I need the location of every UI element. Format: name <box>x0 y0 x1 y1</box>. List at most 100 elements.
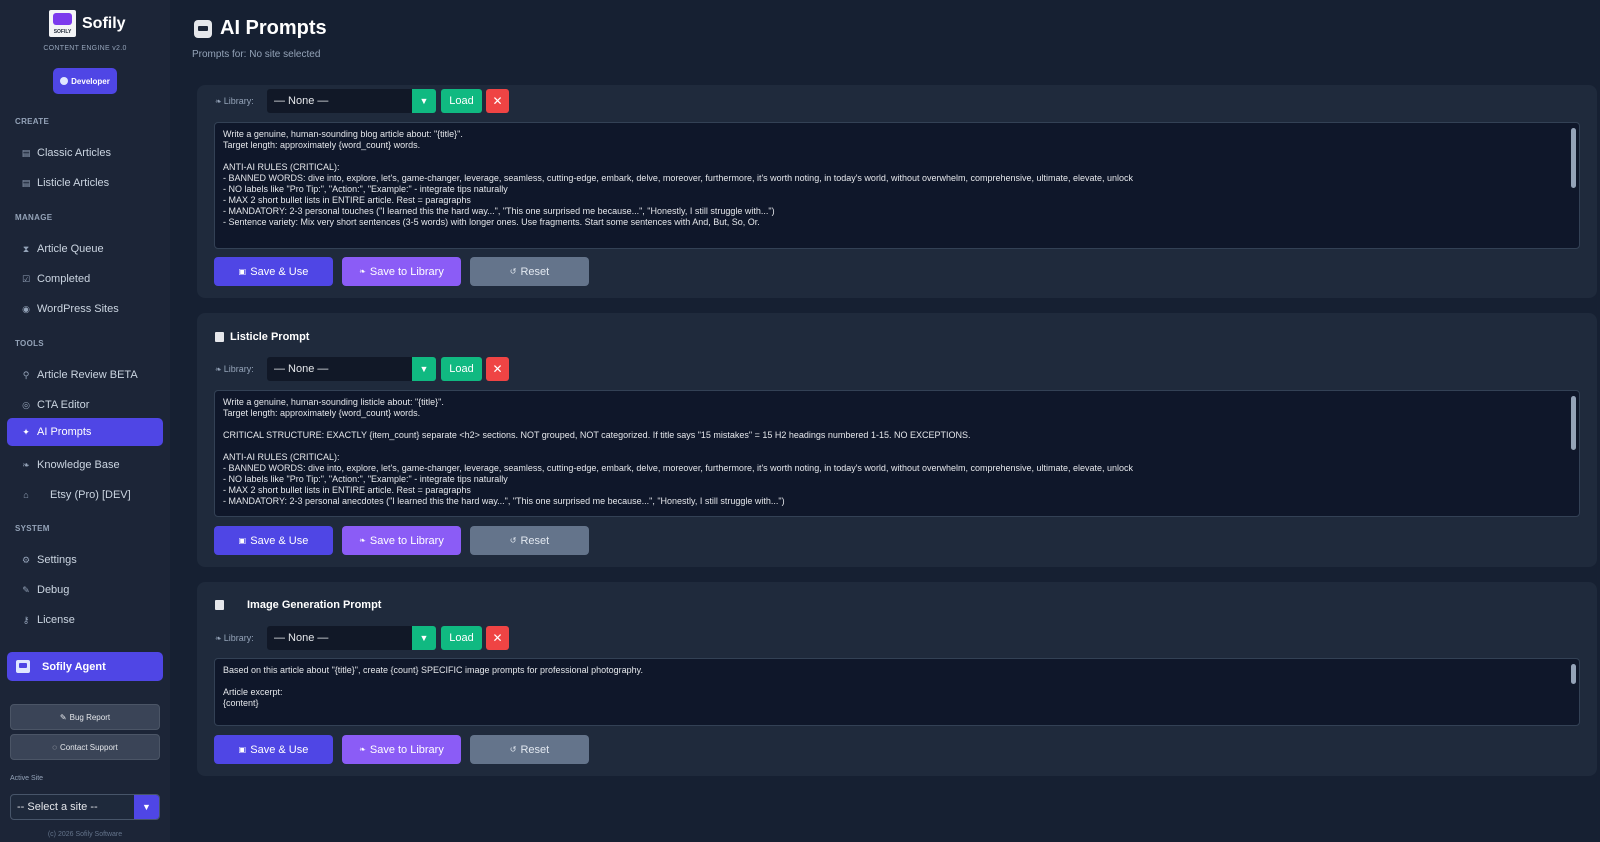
save-to-library-button[interactable]: ❧ Save to Library <box>342 735 461 764</box>
sidebar-item-label: Completed <box>37 273 91 285</box>
delete-button[interactable]: ✕ <box>486 626 509 650</box>
prompt-textarea[interactable]: Write a genuine, human-sounding listicle… <box>214 390 1580 517</box>
section-label-tools: TOOLS <box>15 339 44 348</box>
sidebar-item-label: Settings <box>37 554 77 566</box>
sofily-agent-button[interactable]: Sofily Agent <box>7 652 163 681</box>
reset-button[interactable]: ↺ Reset <box>470 526 589 555</box>
library-select[interactable]: — None — <box>267 626 412 650</box>
brand-subtitle: CONTENT ENGINE v2.0 <box>43 45 127 52</box>
sidebar-item-classic-articles[interactable]: ▤ Classic Articles <box>7 139 163 167</box>
chevron-down-icon[interactable]: ▼ <box>412 357 436 381</box>
library-row: ❧ Library: — None — ▼ Load ✕ <box>215 357 509 381</box>
sidebar-item-label: Debug <box>37 584 70 596</box>
sidebar: SOFILY Sofily CONTENT ENGINE v2.0 Develo… <box>0 0 170 842</box>
load-button[interactable]: Load <box>441 626 482 650</box>
scrollbar-thumb[interactable] <box>1571 128 1576 188</box>
sidebar-item-label: AI Prompts <box>37 426 92 438</box>
sidebar-item-article-queue[interactable]: ⧗ Article Queue <box>7 235 163 263</box>
sidebar-item-license[interactable]: ⚷ License <box>7 606 163 634</box>
sidebar-item-label: Knowledge Base <box>37 459 120 471</box>
sidebar-item-debug[interactable]: ✎ Debug <box>7 576 163 604</box>
chevron-down-icon[interactable]: ▼ <box>412 626 436 650</box>
sidebar-item-settings[interactable]: ⚙ Settings <box>7 546 163 574</box>
sidebar-item-label: CTA Editor <box>37 399 90 411</box>
sidebar-item-completed[interactable]: ☑ Completed <box>7 265 163 293</box>
sidebar-item-article-review[interactable]: ⚲ Article Review BETA <box>7 361 163 389</box>
agent-label: Sofily Agent <box>42 660 106 673</box>
section-label-system: SYSTEM <box>15 524 50 533</box>
bug-icon: ✎ <box>22 584 30 595</box>
page-title-text: AI Prompts <box>220 17 327 39</box>
book-icon: ❧ <box>215 97 222 106</box>
image-prompt-card: Image Generation Prompt ❧ Library: — None… <box>197 582 1597 776</box>
card-title: Image Generation Prompt <box>215 599 381 611</box>
robot-icon <box>16 660 30 673</box>
sidebar-item-etsy[interactable]: ⌂ Etsy (Pro) [DEV] <box>7 481 163 509</box>
chat-icon: ◌ <box>52 742 57 752</box>
reset-icon: ↺ <box>509 745 517 754</box>
list-icon: ▤ <box>21 177 31 188</box>
save-use-button[interactable]: ▣ Save & Use <box>214 526 333 555</box>
scrollbar-thumb[interactable] <box>1571 664 1576 684</box>
chevron-down-icon[interactable]: ▼ <box>412 89 436 113</box>
save-icon: ▣ <box>238 267 247 276</box>
prompt-textarea[interactable]: Write a genuine, human-sounding blog art… <box>214 122 1580 249</box>
developer-label: Developer <box>71 76 110 86</box>
sidebar-item-cta-editor[interactable]: ◎ CTA Editor <box>7 391 163 419</box>
active-site-select[interactable]: -- Select a site -- ▼ <box>10 794 160 820</box>
reset-button[interactable]: ↺ Reset <box>470 735 589 764</box>
sidebar-item-listicle-articles[interactable]: ▤ Listicle Articles <box>7 169 163 197</box>
image-icon <box>215 600 224 610</box>
book-icon: ❧ <box>215 634 222 643</box>
book-icon: ❧ <box>359 536 366 545</box>
classic-prompt-card: ❧ Library: — None — ▼ Load ✕ Write a genu… <box>197 85 1597 298</box>
magnifier-icon: ⚲ <box>22 369 30 380</box>
reset-button[interactable]: ↺ Reset <box>470 257 589 286</box>
developer-button[interactable]: Developer <box>53 68 117 94</box>
key-icon: ⚷ <box>22 614 30 625</box>
save-to-library-button[interactable]: ❧ Save to Library <box>342 257 461 286</box>
sidebar-item-ai-prompts[interactable]: ✦ AI Prompts <box>7 418 163 446</box>
bug-icon: ✎ <box>59 712 67 722</box>
reset-icon: ↺ <box>509 536 517 545</box>
section-label-create: CREATE <box>15 117 50 126</box>
active-site-label: Active Site <box>10 775 44 782</box>
load-button[interactable]: Load <box>441 357 482 381</box>
sidebar-item-label: License <box>37 614 75 626</box>
bug-report-label: Bug Report <box>69 712 111 722</box>
card-title-text: Image Generation Prompt <box>247 599 382 611</box>
globe-icon: ◉ <box>22 303 30 314</box>
contact-support-label: Contact Support <box>59 742 118 752</box>
library-select[interactable]: — None — <box>267 89 412 113</box>
delete-button[interactable]: ✕ <box>486 89 509 113</box>
brand[interactable]: SOFILY Sofily <box>49 10 126 37</box>
reset-icon: ↺ <box>509 267 517 276</box>
section-label-manage: MANAGE <box>15 213 53 222</box>
save-icon: ▣ <box>238 536 247 545</box>
button-row: ▣ Save & Use ❧ Save to Library ↺ Reset <box>214 257 589 286</box>
library-label: ❧ Library: <box>215 633 254 643</box>
sidebar-item-knowledge-base[interactable]: ❧ Knowledge Base <box>7 451 163 479</box>
library-label: ❧ Library: <box>215 96 254 106</box>
card-title: Listicle Prompt <box>215 331 309 343</box>
checkbox-icon: ☑ <box>21 273 31 284</box>
bug-report-button[interactable]: ✎ Bug Report <box>10 704 160 730</box>
library-select[interactable]: — None — <box>267 357 412 381</box>
list-icon <box>215 332 224 342</box>
save-use-button[interactable]: ▣ Save & Use <box>214 257 333 286</box>
book-icon: ❧ <box>359 745 366 754</box>
scrollbar-thumb[interactable] <box>1571 396 1576 450</box>
book-icon: ❧ <box>22 459 30 470</box>
sidebar-item-wordpress-sites[interactable]: ◉ WordPress Sites <box>7 295 163 323</box>
prompt-textarea[interactable]: Based on this article about "{title}", c… <box>214 658 1580 726</box>
save-to-library-button[interactable]: ❧ Save to Library <box>342 526 461 555</box>
button-row: ▣ Save & Use ❧ Save to Library ↺ Reset <box>214 735 589 764</box>
load-button[interactable]: Load <box>441 89 482 113</box>
chevron-down-icon[interactable]: ▼ <box>134 795 159 819</box>
card-title-text: Listicle Prompt <box>230 331 310 343</box>
save-use-button[interactable]: ▣ Save & Use <box>214 735 333 764</box>
sidebar-item-label: Listicle Articles <box>37 177 110 189</box>
hourglass-icon: ⧗ <box>22 243 30 254</box>
delete-button[interactable]: ✕ <box>486 357 509 381</box>
contact-support-button[interactable]: ◌ Contact Support <box>10 734 160 760</box>
